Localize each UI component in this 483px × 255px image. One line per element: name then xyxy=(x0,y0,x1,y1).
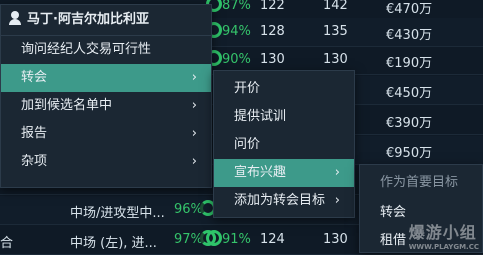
chevron-right-icon: › xyxy=(191,70,197,85)
watermark-logo: 爆游小组 WWW.PLAYGM.CC xyxy=(408,223,479,251)
table-cell-attr2: 135 xyxy=(323,24,348,39)
menu-item-transfer[interactable]: 转会 › xyxy=(1,64,211,92)
chevron-right-icon: › xyxy=(334,193,340,208)
transfer-submenu: 开价 提供试训 问价 宣布兴趣 › 添加为转会目标 › xyxy=(213,70,355,218)
player-avatar-icon xyxy=(9,11,21,25)
table-cell-name: 合 xyxy=(0,236,14,251)
chevron-right-icon: › xyxy=(191,98,197,113)
menu-item-misc[interactable]: 杂项 › xyxy=(1,148,211,176)
menu-item-add-shortlist[interactable]: 加到候选名单中 › xyxy=(1,92,211,120)
table-cell-position: 中场/进攻型中... xyxy=(70,206,165,221)
submenu-item-declare-interest[interactable]: 宣布兴趣 › xyxy=(214,159,354,187)
table-cell-attr2: 130 xyxy=(323,52,348,67)
table-cell-attr2: 130 xyxy=(323,232,348,247)
table-cell-value: €190万 xyxy=(386,56,433,71)
table-cell-value: €430万 xyxy=(386,28,433,43)
submenu-item-add-transfer-target[interactable]: 添加为转会目标 › xyxy=(214,187,354,215)
table-cell-ability-pct: 97% xyxy=(174,232,203,247)
chevron-right-icon: › xyxy=(334,165,340,180)
interest-item-primary-target: 作为首要目标 xyxy=(380,175,459,190)
submenu-item-ask-price[interactable]: 问价 xyxy=(214,131,354,159)
menu-item-ask-agent[interactable]: 询问经纪人交易可行性 xyxy=(1,36,211,64)
table-cell-potential-pct: 87% xyxy=(222,0,251,13)
table-cell-value: €950万 xyxy=(386,146,433,161)
table-cell-position: 中场 (左), 进... xyxy=(70,236,157,251)
table-cell-potential-pct: 94% xyxy=(222,24,251,39)
chevron-right-icon: › xyxy=(191,126,197,141)
table-cell-value: €390万 xyxy=(386,116,433,131)
player-context-menu: 马丁·阿吉尔加比利亚 询问经纪人交易可行性 转会 › 加到候选名单中 › 报告 … xyxy=(0,4,212,188)
chevron-right-icon: › xyxy=(191,154,197,169)
table-cell-potential-pct: 91% xyxy=(222,232,251,247)
table-cell-value: €470万 xyxy=(386,2,433,17)
table-cell-ability-pct: 96% xyxy=(174,202,203,217)
player-name: 马丁·阿吉尔加比利亚 xyxy=(27,12,149,27)
player-name-header: 马丁·阿吉尔加比利亚 xyxy=(1,5,211,35)
table-cell-attr1: 124 xyxy=(260,232,285,247)
table-cell-value: €450万 xyxy=(386,86,433,101)
table-cell-attr1: 130 xyxy=(260,52,285,67)
menu-item-report[interactable]: 报告 › xyxy=(1,120,211,148)
table-cell-attr1: 128 xyxy=(260,24,285,39)
potential-ring-icon xyxy=(206,230,222,246)
table-cell-attr1: 122 xyxy=(260,0,285,13)
table-cell-potential-pct: 90% xyxy=(222,52,251,67)
submenu-item-make-offer[interactable]: 开价 xyxy=(214,75,354,103)
table-cell-attr2: 142 xyxy=(323,0,348,13)
submenu-item-offer-trial[interactable]: 提供试训 xyxy=(214,103,354,131)
